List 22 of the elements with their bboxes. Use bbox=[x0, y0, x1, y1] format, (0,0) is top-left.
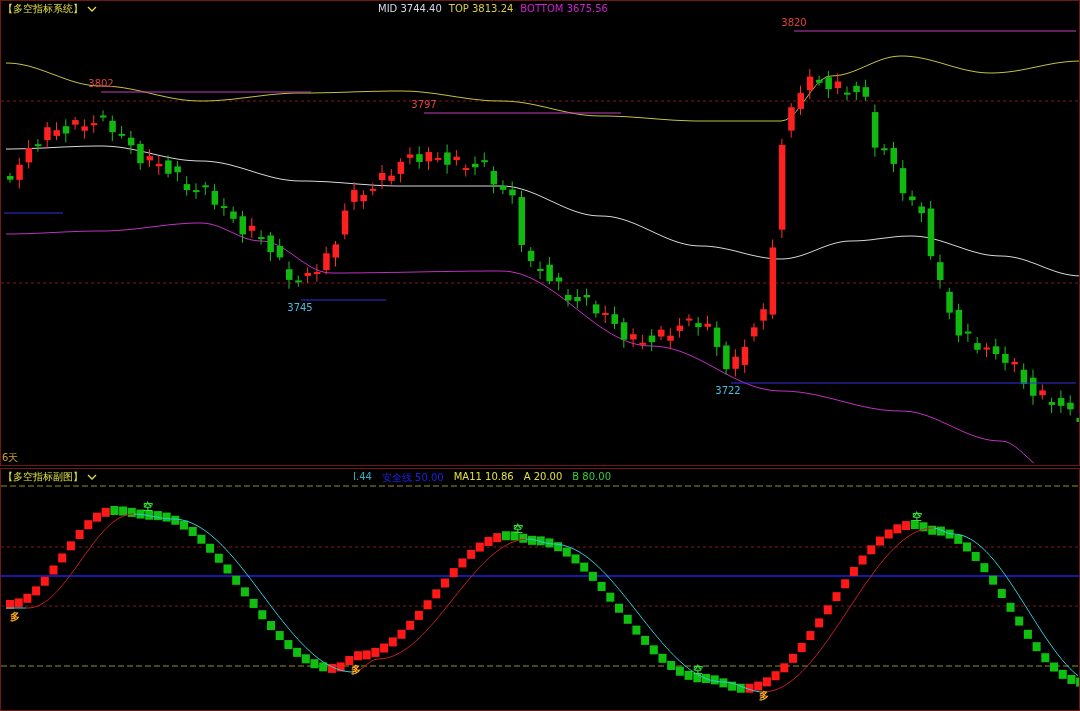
legend-item: B 80.00 bbox=[572, 471, 611, 485]
signal-marker: 空 bbox=[143, 501, 153, 513]
signal-marker: 空 bbox=[513, 523, 523, 535]
legend-item: I.44 bbox=[353, 471, 372, 485]
price-label: 3820 bbox=[781, 17, 807, 28]
signal-marker: 空 bbox=[912, 511, 922, 523]
signal-marker: 多 bbox=[10, 611, 20, 623]
indicator-title[interactable]: 【多空指标系统】 bbox=[3, 2, 83, 16]
legend-item: MA11 10.86 bbox=[453, 471, 514, 485]
signal-marker: 多 bbox=[759, 690, 769, 702]
indicator-title[interactable]: 【多空指标副图】 bbox=[3, 470, 83, 485]
signal-marker: 多 bbox=[351, 664, 361, 676]
legend-item: A 20.00 bbox=[523, 471, 563, 485]
price-label: 3797 bbox=[411, 99, 437, 110]
signal-marker: 空 bbox=[693, 664, 703, 676]
price-label: 3745 bbox=[287, 302, 313, 313]
legend-item: 安全线 50.00 bbox=[381, 471, 444, 486]
legend-item: BOTTOM 3675.56 bbox=[520, 3, 608, 14]
legend-item: TOP 3813.24 bbox=[448, 3, 514, 14]
price-label: 3722 bbox=[715, 385, 741, 396]
period-label: 6天 bbox=[2, 451, 19, 466]
legend-item: MID 3744.40 bbox=[378, 3, 442, 14]
